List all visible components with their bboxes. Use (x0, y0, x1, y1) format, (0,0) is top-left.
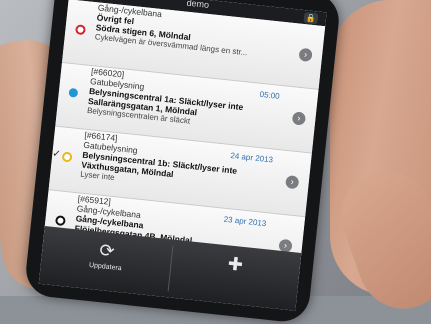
check-icon: ✓ (51, 148, 62, 161)
refresh-button[interactable]: ⟳ Uppdatera (39, 226, 173, 297)
add-report-icon: ✚ (226, 253, 244, 275)
status-dot (54, 215, 66, 227)
app-title: demo (186, 0, 210, 10)
status-dot (74, 24, 86, 36)
status-dot (68, 87, 79, 98)
chevron-right-icon[interactable]: › (298, 47, 313, 63)
phone-screen: demo 🔒 Gång-/cykelbana Övrigt fel Södra … (38, 0, 327, 311)
status-dot (61, 151, 73, 163)
lock-icon[interactable]: 🔒 (303, 12, 319, 25)
phone: demo 🔒 Gång-/cykelbana Övrigt fel Södra … (23, 0, 342, 324)
add-report-button[interactable]: ✚ (167, 240, 301, 311)
